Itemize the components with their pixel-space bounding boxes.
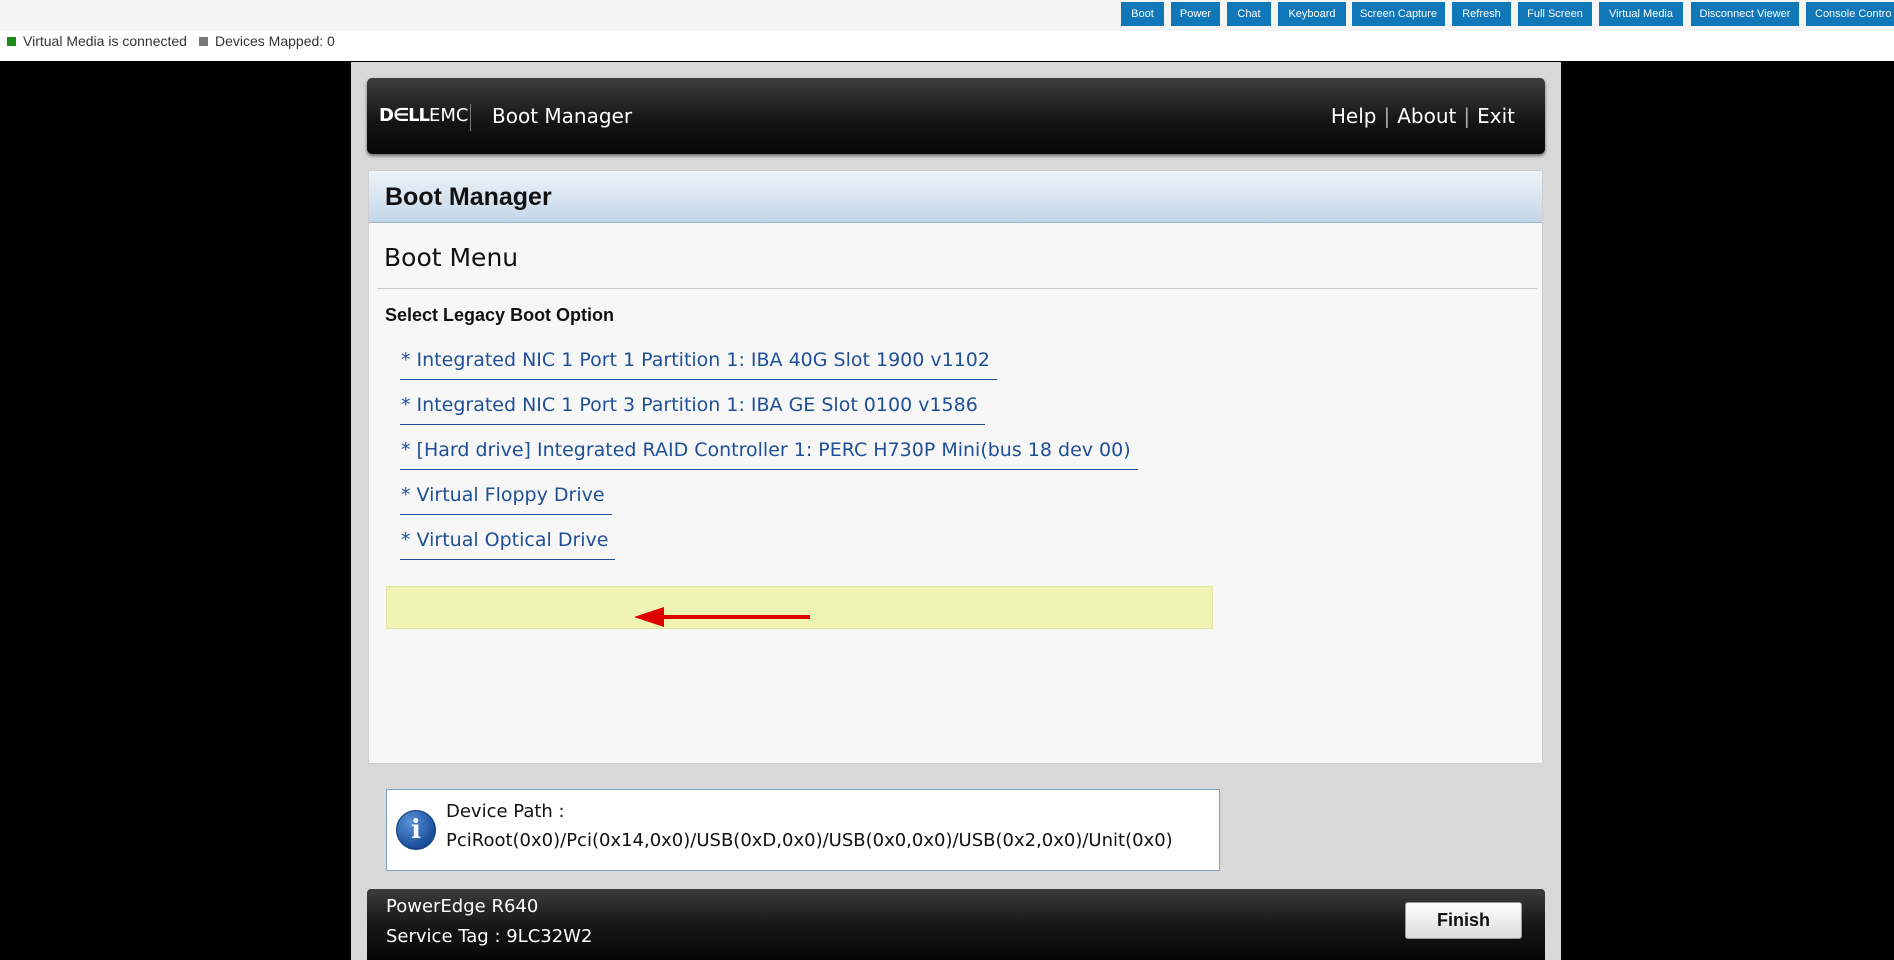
link-separator: |: [1383, 104, 1391, 128]
device-path-value: PciRoot(0x0)/Pci(0x14,0x0)/USB(0xD,0x0)/…: [446, 830, 1173, 851]
divider: [377, 288, 1537, 289]
chat-button[interactable]: Chat: [1227, 2, 1271, 26]
boot-option-label: * Integrated NIC 1 Port 1 Partition 1: I…: [400, 349, 997, 380]
annotation-arrow-icon: [634, 607, 810, 627]
finish-button[interactable]: Finish: [1405, 902, 1522, 939]
boot-option-label: * Virtual Floppy Drive: [400, 484, 612, 515]
dell-emc-logo: D∈LLEMC: [379, 78, 469, 154]
refresh-button[interactable]: Refresh: [1452, 2, 1511, 26]
info-icon: i: [396, 810, 436, 850]
page-footer: PowerEdge R640 Service Tag : 9LC32W2 Fin…: [367, 889, 1545, 960]
server-model: PowerEdge R640: [386, 896, 539, 917]
boot-option-virtual-optical[interactable]: * Virtual Optical Drive: [400, 529, 616, 560]
disconnect-viewer-button[interactable]: Disconnect Viewer: [1691, 2, 1799, 26]
power-button[interactable]: Power: [1171, 2, 1220, 26]
console-controls-button[interactable]: Console Contro: [1806, 2, 1894, 26]
boot-option-nic-port1[interactable]: * Integrated NIC 1 Port 1 Partition 1: I…: [400, 349, 997, 380]
page-title: Boot Manager: [385, 183, 552, 211]
keyboard-button[interactable]: Keyboard: [1278, 2, 1346, 26]
devices-mapped-label: Devices Mapped: 0: [215, 33, 335, 49]
remote-console-screen: D∈LLEMC Boot Manager Help | About | Exit Boo…: [351, 62, 1561, 960]
header-links: Help | About | Exit: [1331, 78, 1515, 154]
screen-capture-button[interactable]: Screen Capture: [1352, 2, 1445, 26]
boot-option-label: * Integrated NIC 1 Port 3 Partition 1: I…: [400, 394, 985, 425]
connected-indicator-icon: [7, 37, 16, 46]
about-link[interactable]: About: [1397, 104, 1456, 128]
devices-mapped-status: Devices Mapped: 0: [199, 31, 335, 52]
boot-option-label: * Virtual Optical Drive: [400, 529, 616, 560]
link-separator: |: [1463, 104, 1471, 128]
logo-emc-text: EMC: [429, 105, 469, 126]
help-link[interactable]: Help: [1331, 104, 1377, 128]
virtual-media-button[interactable]: Virtual Media: [1599, 2, 1683, 26]
header-title: Boot Manager: [492, 104, 633, 128]
boot-menu-heading: Boot Menu: [384, 243, 519, 272]
connection-status-bar: Virtual Media is connected Devices Mappe…: [0, 31, 1894, 61]
devices-indicator-icon: [199, 37, 208, 46]
logo-dell-text: D∈LL: [379, 105, 430, 126]
exit-link[interactable]: Exit: [1477, 104, 1515, 128]
legacy-boot-subtitle: Select Legacy Boot Option: [385, 305, 615, 325]
boot-option-hard-drive[interactable]: * [Hard drive] Integrated RAID Controlle…: [400, 439, 1138, 470]
device-path-box: i Device Path : PciRoot(0x0)/Pci(0x14,0x…: [386, 789, 1220, 871]
virtual-media-status-label: Virtual Media is connected: [23, 33, 187, 49]
boot-option-label: * [Hard drive] Integrated RAID Controlle…: [400, 439, 1138, 470]
device-path-label: Device Path :: [446, 801, 565, 822]
boot-option-nic-port3[interactable]: * Integrated NIC 1 Port 3 Partition 1: I…: [400, 394, 985, 425]
boot-button[interactable]: Boot: [1121, 2, 1164, 26]
viewer-toolbar: Boot Power Chat Keyboard Screen Capture …: [0, 0, 1894, 31]
page-header: D∈LLEMC Boot Manager Help | About | Exit: [367, 78, 1545, 154]
header-divider: [470, 104, 471, 131]
panel-title-bar: Boot Manager: [369, 171, 1542, 223]
boot-option-virtual-floppy[interactable]: * Virtual Floppy Drive: [400, 484, 612, 515]
full-screen-button[interactable]: Full Screen: [1518, 2, 1592, 26]
service-tag: Service Tag : 9LC32W2: [386, 926, 593, 947]
virtual-media-status: Virtual Media is connected: [7, 31, 187, 52]
boot-manager-panel: Boot Manager Boot Menu Select Legacy Boo…: [368, 170, 1543, 764]
